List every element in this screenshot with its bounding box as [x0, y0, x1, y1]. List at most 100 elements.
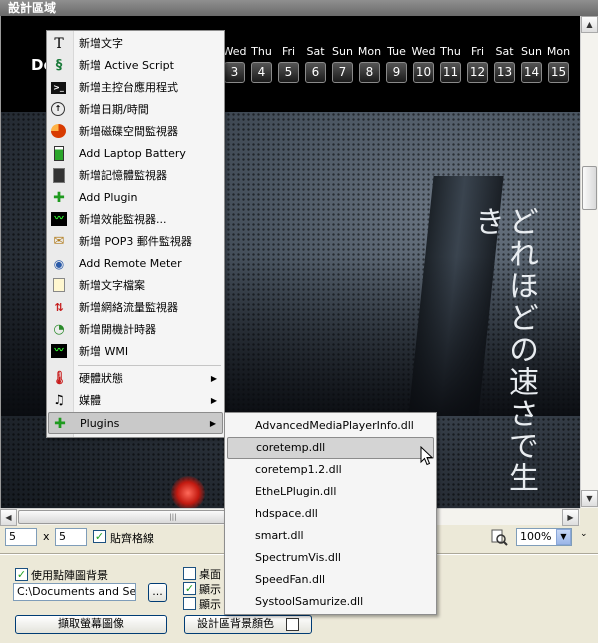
plugin-menu-item[interactable]: smart.dll	[227, 525, 434, 547]
zoom-preview-icon[interactable]	[490, 528, 510, 546]
text-file-icon	[51, 278, 67, 294]
calendar-day-date: 5	[278, 62, 299, 83]
vertical-scrollbar[interactable]: ▲ ▼	[580, 16, 598, 508]
network-traffic-icon: ⇅	[54, 301, 64, 314]
wallpaper-vertical-text: どれほどの速さで生き	[469, 206, 538, 494]
show-option-1-checkbox[interactable]: ✓	[183, 582, 196, 595]
calendar-day-date: 7	[332, 62, 353, 83]
background-color-button[interactable]: 設計區背景顏色	[184, 615, 312, 634]
color-swatch	[286, 618, 299, 631]
show-option-1-label: 顯示	[199, 583, 221, 596]
plugin-menu-item[interactable]: coretemp.dll	[227, 437, 434, 459]
calendar-day: Sat 13	[491, 44, 518, 83]
menu-item[interactable]: ◉ Add Remote Meter	[48, 253, 223, 275]
calendar-day-date: 11	[440, 62, 461, 83]
calendar-day: Mon 8	[356, 44, 383, 83]
battery-icon	[51, 146, 67, 162]
use-bitmap-checkbox[interactable]: ✓	[15, 568, 28, 581]
submenu-item-label: 硬體狀態	[79, 372, 123, 385]
background-color-label: 設計區背景顏色	[197, 617, 274, 630]
calendar-day-name: Tue	[387, 45, 406, 58]
menu-item[interactable]: ◔ 新增開機計時器	[48, 319, 223, 341]
calendar-day-name: Sat	[306, 45, 325, 58]
script-icon: §	[55, 58, 63, 73]
desktop-checkbox[interactable]	[183, 567, 196, 580]
show-option-2-checkbox[interactable]	[183, 597, 196, 610]
submenu-item[interactable]: 🌡 硬體狀態 ▶	[48, 368, 223, 390]
menu-item[interactable]: ↑ 新增日期/時間	[48, 99, 223, 121]
console-icon: >_	[51, 80, 67, 96]
calendar-day-date: 14	[521, 62, 542, 83]
calendar-day-date: 12	[467, 62, 488, 83]
menu-item-label: 新增 POP3 郵件監視器	[79, 235, 192, 248]
plugin-menu-item[interactable]: hdspace.dll	[227, 503, 434, 525]
browse-button[interactable]: ...	[148, 583, 167, 602]
zoom-dropdown-button[interactable]: ▼	[556, 529, 571, 545]
calendar-day-date: 9	[386, 62, 407, 83]
menu-item[interactable]: § 新增 Active Script	[48, 55, 223, 77]
calendar-day: Mon 15	[545, 44, 572, 83]
menu-item-label: Add Plugin	[79, 191, 138, 204]
panel-expand-icon[interactable]: ⌄	[580, 529, 588, 539]
mouse-cursor-icon	[420, 445, 434, 466]
mail-icon: ✉	[53, 234, 65, 249]
text-icon: T	[54, 36, 64, 52]
scroll-right-button[interactable]: ▶	[562, 509, 579, 526]
window-title: 設計區域	[8, 1, 57, 15]
menu-item[interactable]: 新增磁碟空間監視器	[48, 121, 223, 143]
calendar-day: Tue 9	[383, 44, 410, 83]
grid-times-label: x	[43, 530, 50, 543]
menu-item[interactable]: 〰新增效能監視器...	[48, 209, 223, 231]
plugins-submenu: AdvancedMediaPlayerInfo.dll coretemp.dll c…	[224, 412, 437, 615]
submenu-arrow-icon: ▶	[210, 374, 217, 383]
menu-item-label: 新增效能監視器...	[79, 213, 167, 226]
thermometer-icon: 🌡	[51, 371, 68, 386]
calendar-day: Wed 10	[410, 44, 437, 83]
calendar-day-name: Sun	[521, 45, 542, 58]
plugin-menu-item[interactable]: SpeedFan.dll	[227, 569, 434, 591]
plugin-menu-item[interactable]: coretemp1.2.dll	[227, 459, 434, 481]
calendar-day: Thu 4	[248, 44, 275, 83]
menu-item-label: 新增網絡流量監視器	[79, 301, 178, 314]
grid-height-field[interactable]: 5	[55, 528, 87, 546]
menu-item[interactable]: 新增記憶體監視器	[48, 165, 223, 187]
menu-item-label: 新增磁碟空間監視器	[79, 125, 178, 138]
calendar-day: Wed 3	[221, 44, 248, 83]
calendar-day-name: Mon	[546, 45, 571, 58]
submenu-arrow-icon: ▶	[210, 396, 217, 405]
menu-item[interactable]: ⇅ 新增網絡流量監視器	[48, 297, 223, 319]
menu-item[interactable]: >_ 新增主控台應用程式	[48, 77, 223, 99]
menu-item[interactable]: 新增文字檔案	[48, 275, 223, 297]
calendar-day: Fri 12	[464, 44, 491, 83]
submenu-item[interactable]: ♫ 媒體 ▶	[48, 390, 223, 412]
plugin-menu-item[interactable]: SystoolSamurize.dll	[227, 591, 434, 613]
menu-item-label: 新增 Active Script	[79, 59, 174, 72]
submenu-item-label: Plugins	[80, 417, 120, 430]
menu-item[interactable]: Add Laptop Battery	[48, 143, 223, 165]
use-bitmap-label: 使用點陣圖背景	[31, 569, 108, 582]
uptime-icon: ◔	[53, 322, 65, 337]
clock-icon: ↑	[51, 102, 67, 118]
plugin-menu-item[interactable]: AdvancedMediaPlayerInfo.dll	[227, 415, 434, 437]
calendar-day-date: 13	[494, 62, 515, 83]
scroll-left-button[interactable]: ◀	[0, 509, 17, 526]
menu-item[interactable]: 〰新增 WMI	[48, 341, 223, 363]
calendar-day-date: 4	[251, 62, 272, 83]
menu-item[interactable]: ✉ 新增 POP3 郵件監視器	[48, 231, 223, 253]
submenu-item[interactable]: ✚ Plugins ▶	[48, 412, 223, 434]
scroll-down-button[interactable]: ▼	[581, 490, 598, 507]
memory-icon	[51, 168, 67, 184]
plugin-icon: ✚	[53, 190, 65, 206]
grid-width-field[interactable]: 5	[5, 528, 37, 546]
menu-item[interactable]: T 新增文字	[48, 33, 223, 55]
snap-grid-checkbox[interactable]: ✓	[93, 530, 106, 543]
calendar-day: Sat 6	[302, 44, 329, 83]
menu-item[interactable]: ✚ Add Plugin	[48, 187, 223, 209]
vertical-scroll-thumb[interactable]	[582, 166, 597, 210]
capture-screen-button[interactable]: 擷取螢幕圖像	[15, 615, 167, 634]
background-path-field[interactable]: C:\Documents and Setti	[13, 583, 136, 601]
calendar-day-name: Wed	[411, 45, 436, 58]
scroll-up-button[interactable]: ▲	[581, 16, 598, 33]
plugin-menu-item[interactable]: SpectrumVis.dll	[227, 547, 434, 569]
plugin-menu-item[interactable]: EtheLPlugin.dll	[227, 481, 434, 503]
